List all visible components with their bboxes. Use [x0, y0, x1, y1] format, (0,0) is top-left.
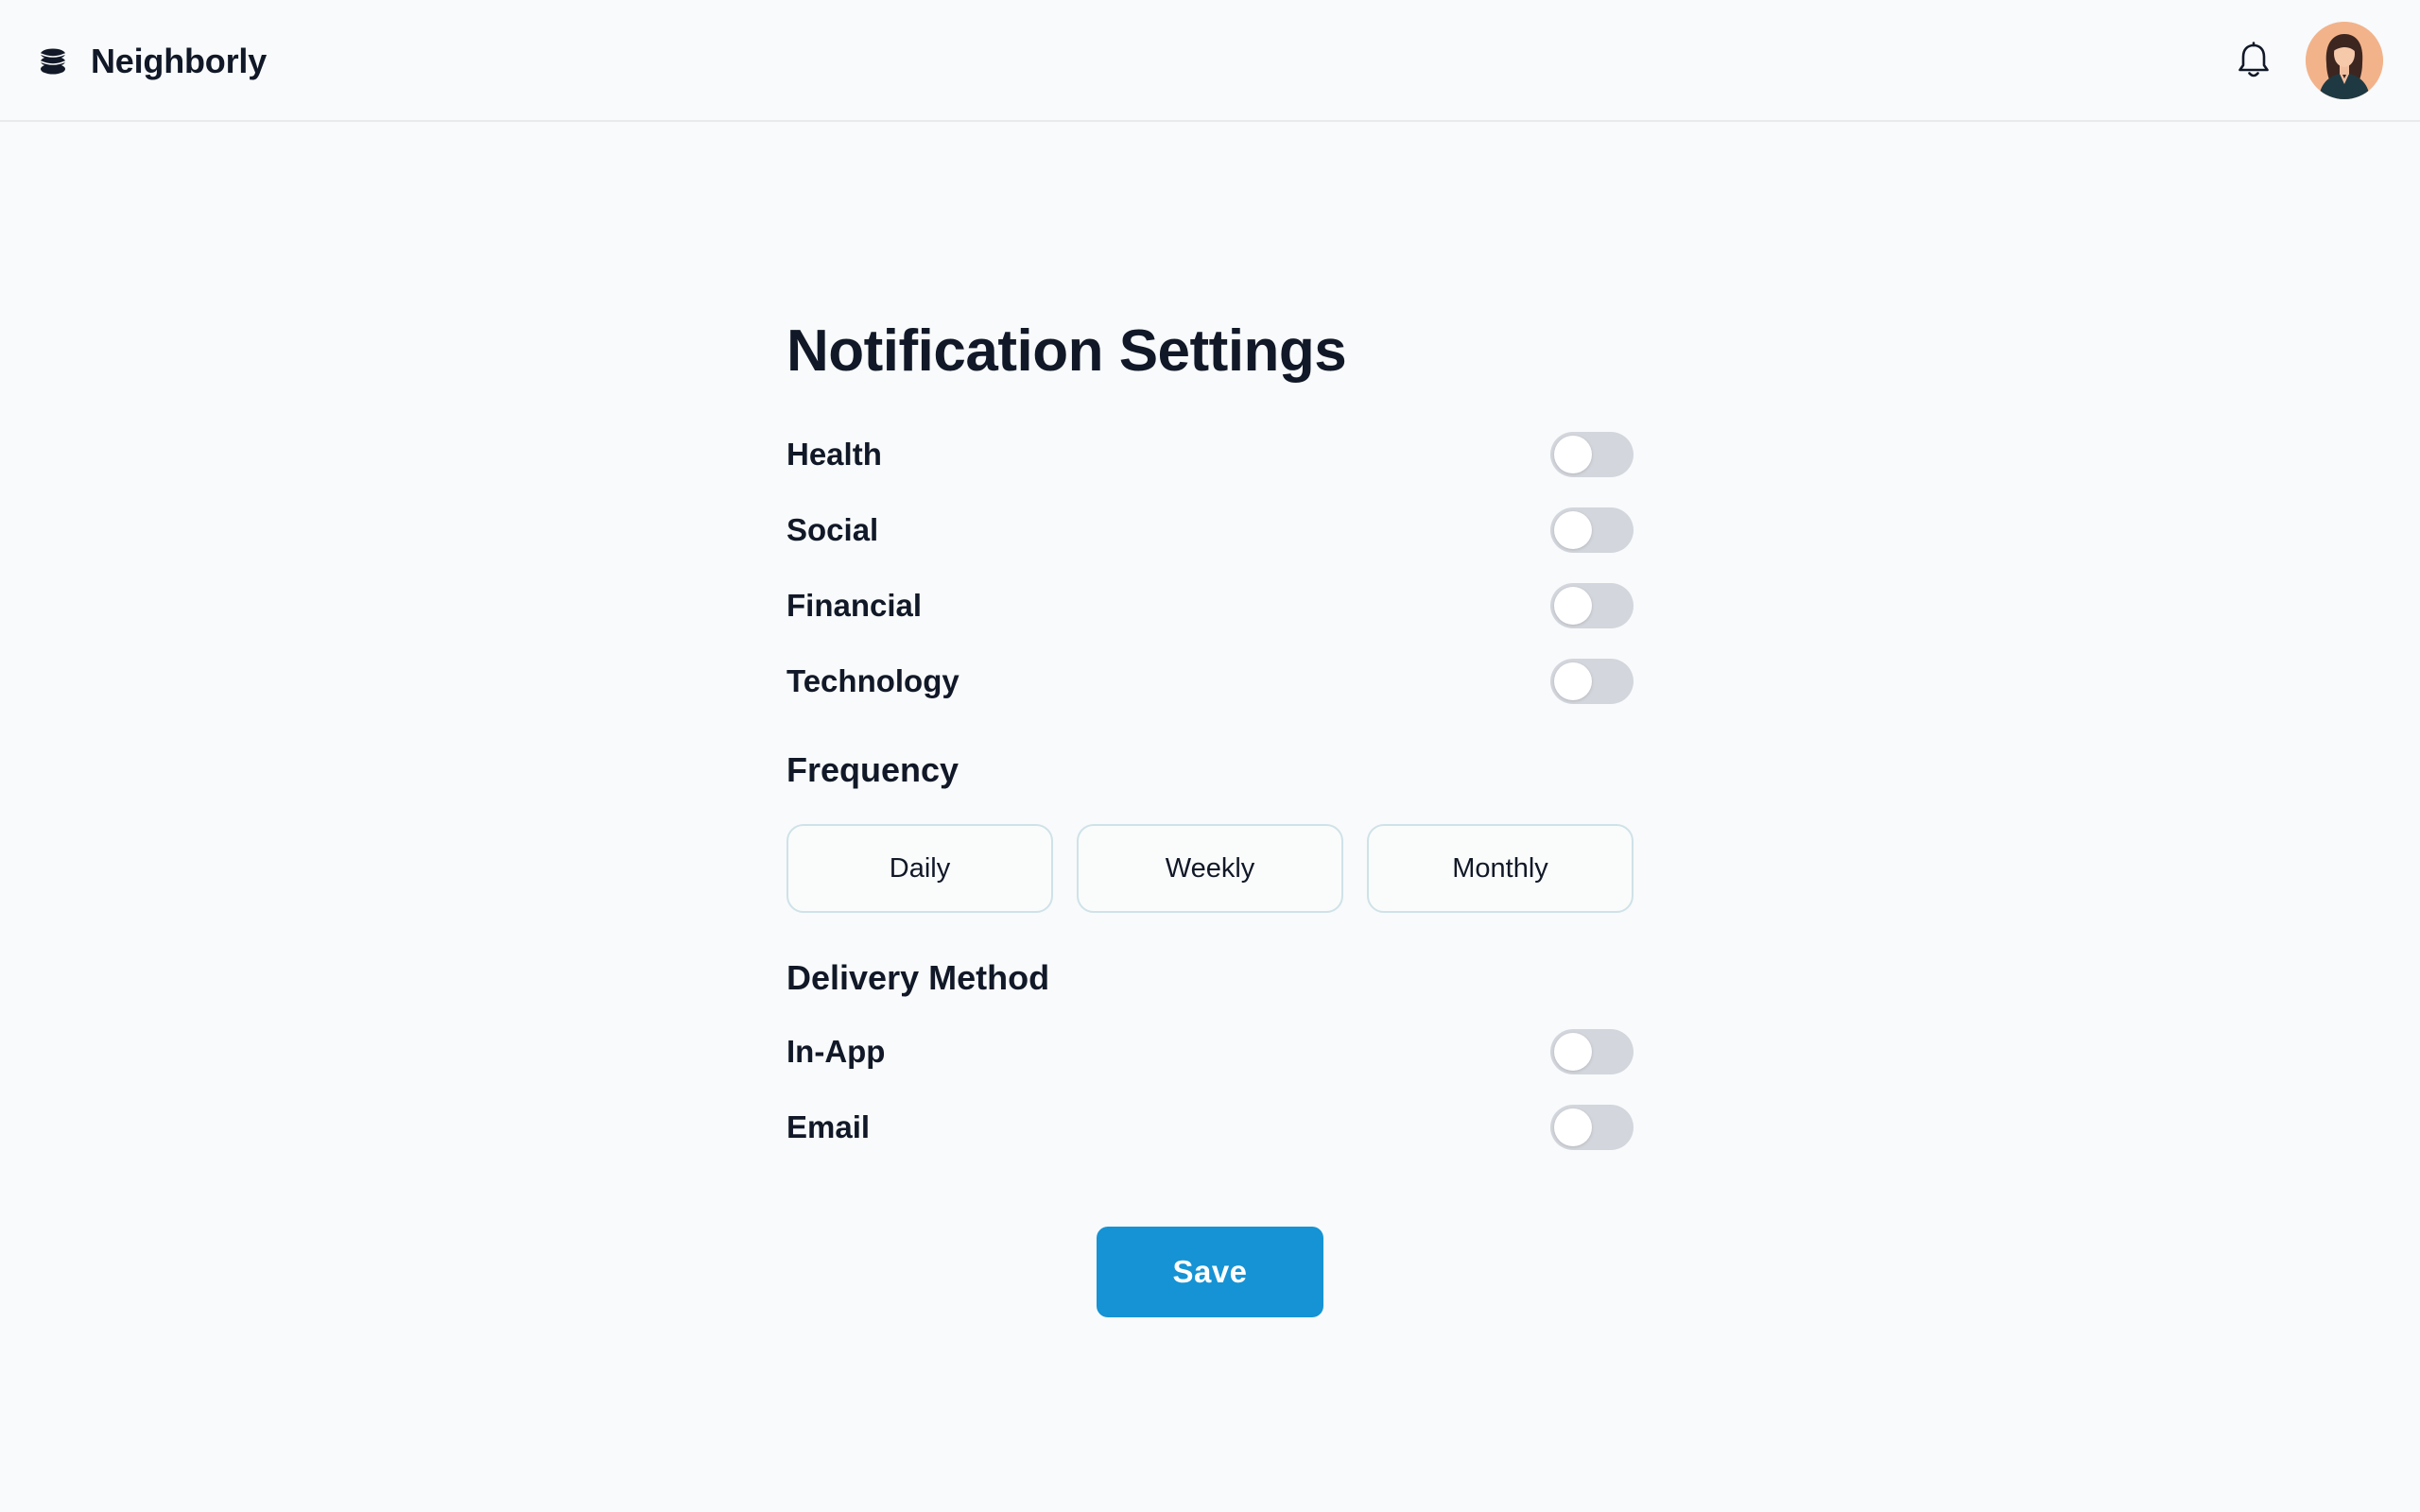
technology-toggle[interactable] [1550, 659, 1634, 704]
setting-label: Financial [786, 588, 923, 623]
setting-label: Technology [786, 663, 959, 698]
toggle-knob [1554, 511, 1592, 549]
brand[interactable]: Neighborly [38, 0, 267, 122]
email-toggle[interactable] [1550, 1105, 1634, 1150]
in-app-toggle[interactable] [1550, 1029, 1634, 1074]
toggle-knob [1554, 662, 1592, 700]
app-name: Neighborly [91, 41, 268, 80]
health-toggle[interactable] [1550, 432, 1634, 477]
page-title: Notification Settings [786, 318, 1347, 384]
setting-row-social: Social [786, 507, 1634, 554]
frequency-daily-button[interactable]: Daily [786, 824, 1053, 913]
toggle-knob [1554, 587, 1592, 625]
setting-row-technology: Technology [786, 658, 1634, 705]
toggle-knob [1554, 1108, 1592, 1146]
top-bar: Neighborly [0, 0, 2420, 122]
avatar[interactable] [2306, 22, 2383, 99]
social-toggle[interactable] [1550, 507, 1634, 553]
setting-label: Social [786, 512, 879, 547]
toggle-knob [1554, 1033, 1592, 1071]
frequency-title: Frequency [786, 750, 959, 789]
stack-icon [40, 48, 66, 74]
setting-label: In-App [786, 1034, 886, 1069]
delivery-method-title: Delivery Method [786, 958, 1050, 997]
frequency-monthly-button[interactable]: Monthly [1367, 824, 1634, 913]
setting-row-in-app: In-App [786, 1028, 1634, 1075]
frequency-weekly-button[interactable]: Weekly [1077, 824, 1343, 913]
bell-icon[interactable] [2237, 42, 2271, 79]
save-button[interactable]: Save [1097, 1227, 1323, 1317]
setting-row-email: Email [786, 1104, 1634, 1151]
setting-row-financial: Financial [786, 582, 1634, 629]
setting-label: Email [786, 1109, 871, 1144]
toggle-knob [1554, 436, 1592, 473]
user-avatar-icon [2306, 22, 2383, 99]
setting-row-health: Health [786, 431, 1634, 478]
frequency-options: Daily Weekly Monthly [786, 824, 1634, 913]
financial-toggle[interactable] [1550, 583, 1634, 628]
setting-label: Health [786, 437, 882, 472]
